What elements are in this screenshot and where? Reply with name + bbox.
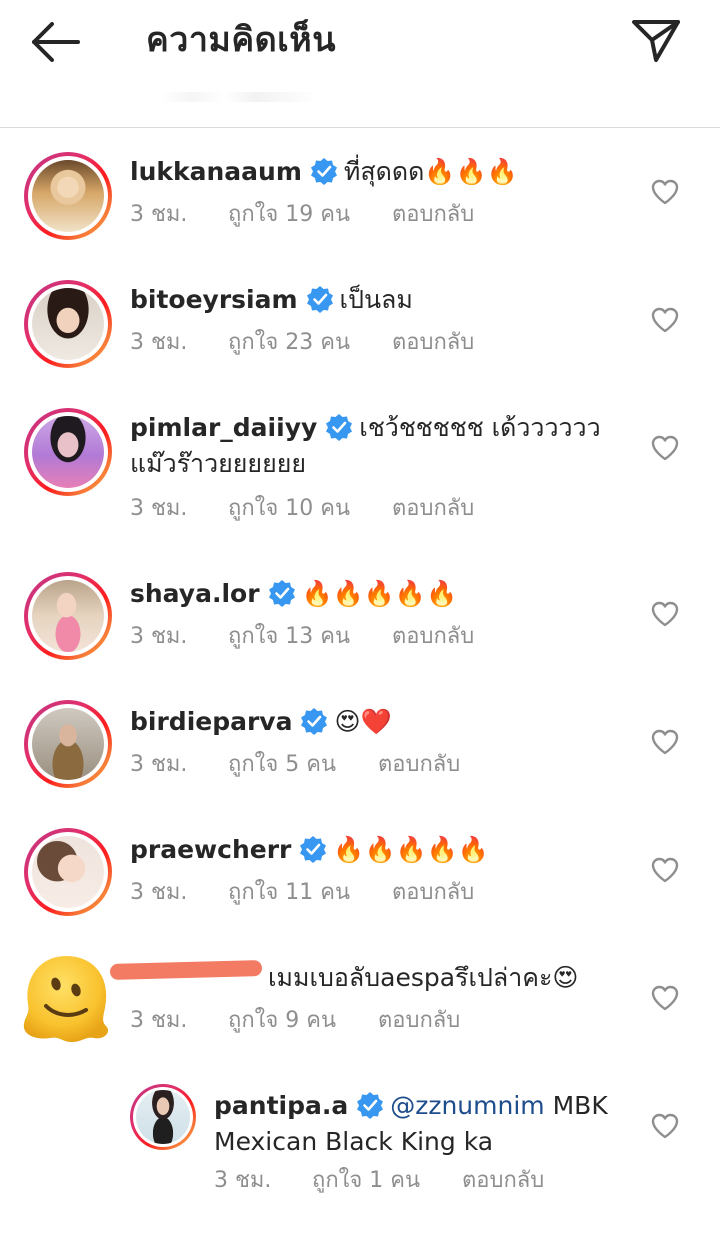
comment-username[interactable]: bitoeyrsiam	[130, 285, 298, 314]
reply-button[interactable]: ตอบกลับ	[378, 1006, 460, 1036]
comment-likes[interactable]: ถูกใจ 5 คน	[228, 750, 336, 780]
reply-button[interactable]: ตอบกลับ	[392, 622, 474, 652]
comment-time: 3 ชม.	[130, 624, 188, 649]
comment-time: 3 ชม.	[214, 1168, 272, 1193]
comment-time: 3 ชม.	[130, 752, 188, 777]
comment-emoji: 🔥🔥🔥	[424, 157, 518, 186]
comment-likes[interactable]: ถูกใจ 10 คน	[228, 494, 350, 524]
heart-outline-icon[interactable]	[650, 178, 680, 206]
avatar[interactable]	[24, 572, 112, 660]
heart-outline-icon[interactable]	[650, 1112, 680, 1140]
comment-time: 3 ชม.	[130, 880, 188, 905]
verified-badge-icon	[268, 580, 295, 607]
avatar[interactable]	[24, 700, 112, 788]
heart-outline-icon[interactable]	[650, 306, 680, 334]
comment-username[interactable]: pimlar_daiiyy	[130, 413, 317, 442]
heart-outline-icon[interactable]	[650, 434, 680, 462]
comment-text: ที่สุดดด	[343, 157, 425, 186]
arrow-left-icon	[32, 22, 80, 62]
comment-likes[interactable]: ถูกใจ 9 คน	[228, 1006, 336, 1036]
comment-username[interactable]: praewcherr	[130, 835, 291, 864]
heart-outline-icon[interactable]	[650, 856, 680, 884]
mention-link[interactable]: @zznumnim	[390, 1091, 544, 1120]
reply-button[interactable]: ตอบกลับ	[392, 328, 474, 358]
comment-text: เป็นลม	[339, 285, 413, 314]
reply-button[interactable]: ตอบกลับ	[392, 200, 474, 230]
melting-face-sticker	[23, 956, 109, 1042]
heart-outline-icon[interactable]	[650, 984, 680, 1012]
comment-emoji: 🔥🔥🔥🔥🔥	[301, 579, 458, 608]
heart-outline-icon[interactable]	[650, 728, 680, 756]
page-title: ความคิดเห็น	[146, 20, 336, 60]
heart-outline-icon[interactable]	[650, 600, 680, 628]
comment-likes[interactable]: ถูกใจ 23 คน	[228, 328, 350, 358]
reply-button[interactable]: ตอบกลับ	[392, 494, 474, 524]
reply-button[interactable]: ตอบกลับ	[392, 878, 474, 908]
verified-badge-icon	[357, 1092, 384, 1119]
comment-text: เมมเบอลับaespaรึเปล่าคะ	[268, 963, 553, 992]
verified-badge-icon	[301, 708, 328, 735]
paper-plane-icon	[632, 20, 680, 62]
avatar[interactable]	[24, 408, 112, 496]
comment-username[interactable]: lukkanaaum	[130, 157, 302, 186]
verified-badge-icon	[310, 158, 337, 185]
redacted-username-scribble	[109, 960, 263, 980]
share-button[interactable]	[628, 14, 684, 66]
comment-time: 3 ชม.	[130, 1008, 188, 1033]
comment-time: 3 ชม.	[130, 496, 188, 521]
verified-badge-icon	[326, 414, 353, 441]
verified-badge-icon	[306, 286, 333, 313]
avatar[interactable]	[24, 152, 112, 240]
avatar[interactable]	[24, 280, 112, 368]
comment-likes[interactable]: ถูกใจ 19 คน	[228, 200, 350, 230]
back-button[interactable]	[28, 18, 84, 66]
reply-button[interactable]: ตอบกลับ	[378, 750, 460, 780]
reply-button[interactable]: ตอบกลับ	[462, 1166, 544, 1196]
comment-emoji: 😍❤️	[334, 707, 392, 736]
comment-likes[interactable]: ถูกใจ 11 คน	[228, 878, 350, 908]
verified-badge-icon	[300, 836, 327, 863]
comment-time: 3 ชม.	[130, 330, 188, 355]
comment-time: 3 ชม.	[130, 202, 188, 227]
avatar[interactable]	[24, 828, 112, 916]
faded-caption-remnant	[160, 92, 320, 102]
comment-username[interactable]: shaya.lor	[130, 579, 260, 608]
comment-likes[interactable]: ถูกใจ 1 คน	[312, 1166, 420, 1196]
avatar[interactable]	[130, 1084, 196, 1150]
comment-emoji: 🔥🔥🔥🔥🔥	[333, 835, 490, 864]
comment-username[interactable]: pantipa.a	[214, 1091, 348, 1120]
comment-likes[interactable]: ถูกใจ 13 คน	[228, 622, 350, 652]
comment-username[interactable]: birdieparva	[130, 707, 292, 736]
top-bar: ความคิดเห็น	[0, 0, 720, 128]
comment-emoji: 😍	[552, 963, 579, 992]
